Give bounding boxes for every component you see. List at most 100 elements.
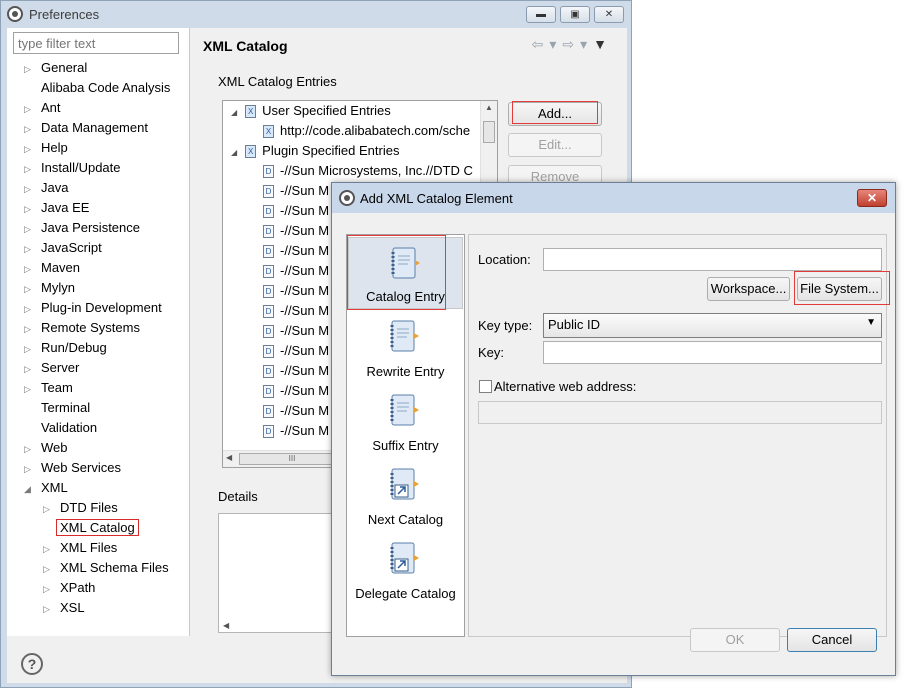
tree-item[interactable]: ▷ Ant [24,98,64,118]
help-icon[interactable]: ? [21,653,43,675]
expanded-arrow-icon[interactable]: ◢ [231,108,237,117]
tree-item[interactable]: ▷ Plug-in Development [24,298,165,318]
catalog-entry-row[interactable]: D -//Sun M [263,201,329,221]
tree-item[interactable]: ▷ Java [24,178,71,198]
catalog-entry-row[interactable]: D -//Sun M [263,221,329,241]
key-input[interactable] [543,341,882,364]
back-arrow-icon[interactable]: ⇦ [532,36,550,52]
catalog-entry-row[interactable]: D -//Sun Microsystems, Inc.//DTD C [263,161,473,181]
close-button[interactable]: ✕ [594,6,624,23]
collapsed-arrow-icon[interactable]: ▷ [24,139,34,159]
collapsed-arrow-icon[interactable]: ▷ [24,199,34,219]
tree-item[interactable]: Validation [24,418,100,438]
collapsed-arrow-icon[interactable]: ▷ [24,379,34,399]
catalog-entry-row[interactable]: ◢ X User Specified Entries [231,101,391,121]
collapsed-arrow-icon[interactable]: ▷ [43,599,53,619]
collapsed-arrow-icon[interactable]: ▷ [43,579,53,599]
tree-item[interactable]: ▷ XML Schema Files [43,558,172,578]
collapsed-arrow-icon[interactable]: ▷ [24,439,34,459]
collapsed-arrow-icon[interactable]: ▷ [43,499,53,519]
alt-web-address-checkbox[interactable] [479,380,492,393]
forward-arrow-icon[interactable]: ⇨ [562,36,580,52]
key-type-select[interactable]: Public ID ▼ [543,313,882,338]
collapsed-arrow-icon[interactable]: ▷ [24,239,34,259]
entry-type-next-catalog[interactable]: Next Catalog [348,459,463,531]
vscroll-thumb[interactable] [483,121,495,143]
collapsed-arrow-icon[interactable]: ▷ [24,219,34,239]
expanded-arrow-icon[interactable]: ◢ [24,479,34,499]
catalog-entry-row[interactable]: D -//Sun M [263,301,329,321]
catalog-entry-row[interactable]: D -//Sun M [263,261,329,281]
collapsed-arrow-icon[interactable]: ▷ [24,359,34,379]
collapsed-arrow-icon[interactable]: ▷ [24,159,34,179]
cancel-button[interactable]: Cancel [787,628,877,652]
forward-menu-icon[interactable]: ▾ [580,36,593,52]
collapsed-arrow-icon[interactable]: ▷ [24,259,34,279]
workspace-button[interactable]: Workspace... [707,277,790,301]
hscroll-thumb[interactable]: III [239,453,345,465]
tree-item[interactable]: Terminal [24,398,93,418]
tree-item[interactable]: ▷ JavaScript [24,238,105,258]
tree-item[interactable]: ▷ XPath [43,578,98,598]
tree-item[interactable]: ▷ Run/Debug [24,338,110,358]
tree-item[interactable]: ▷ XML Files [43,538,120,558]
tree-item[interactable]: ▷ DTD Files [43,498,121,518]
entry-type-rewrite-entry[interactable]: Rewrite Entry [348,311,463,383]
maximize-button[interactable]: ▣ [560,6,590,23]
edit-button[interactable]: Edit... [508,133,602,157]
catalog-entry-row[interactable]: Xhttp://code.alibabatech.com/sche [263,121,470,141]
scroll-up-icon[interactable]: ▲ [485,103,493,112]
entry-type-suffix-entry[interactable]: Suffix Entry [348,385,463,457]
tree-item[interactable]: ▷ Install/Update [24,158,124,178]
alt-web-address-input[interactable] [478,401,882,424]
details-scroll-left-icon[interactable]: ◀ [223,621,229,630]
tree-item[interactable]: ▷ General [24,58,90,78]
catalog-entry-row[interactable]: D -//Sun M [263,321,329,341]
tree-item[interactable]: ◢ XML [24,478,71,498]
collapsed-arrow-icon[interactable]: ▷ [24,299,34,319]
collapsed-arrow-icon[interactable]: ▷ [43,559,53,579]
tree-item[interactable]: ▷ Remote Systems [24,318,143,338]
expanded-arrow-icon[interactable]: ◢ [231,148,237,157]
tree-item[interactable]: XML Catalog [43,518,139,538]
catalog-entry-row[interactable]: D -//Sun M [263,181,329,201]
tree-item[interactable]: ▷ Maven [24,258,83,278]
collapsed-arrow-icon[interactable]: ▷ [24,339,34,359]
catalog-entry-row[interactable]: D -//Sun M [263,241,329,261]
tree-item[interactable]: ▷ Web Services [24,458,124,478]
collapsed-arrow-icon[interactable]: ▷ [43,539,53,559]
back-menu-icon[interactable]: ▾ [549,36,562,52]
catalog-entry-row[interactable]: D -//Sun M [263,421,329,441]
tree-item[interactable]: ▷ Web [24,438,71,458]
dialog-close-button[interactable]: ✕ [857,189,887,207]
collapsed-arrow-icon[interactable]: ▷ [24,59,34,79]
scroll-left-icon[interactable]: ◀ [226,453,232,462]
catalog-entry-row[interactable]: ◢ X Plugin Specified Entries [231,141,399,161]
collapsed-arrow-icon[interactable]: ▷ [24,319,34,339]
tree-item[interactable]: ▷ Team [24,378,76,398]
tree-item[interactable]: ▷ Server [24,358,82,378]
collapsed-arrow-icon[interactable]: ▷ [24,179,34,199]
tree-item[interactable]: ▷ XSL [43,598,88,618]
tree-item[interactable]: ▷ Help [24,138,71,158]
tree-item[interactable]: Alibaba Code Analysis [24,78,173,98]
collapsed-arrow-icon[interactable]: ▷ [24,459,34,479]
ok-button[interactable]: OK [690,628,780,652]
minimize-button[interactable]: ▬ [526,6,556,23]
tree-item[interactable]: ▷ Java Persistence [24,218,143,238]
tree-item[interactable]: ▷ Java EE [24,198,92,218]
catalog-entry-row[interactable]: D -//Sun M [263,401,329,421]
filter-input[interactable] [13,32,179,54]
view-menu-icon[interactable]: ▼ [593,36,613,52]
catalog-entry-row[interactable]: D -//Sun M [263,361,329,381]
catalog-entry-row[interactable]: D -//Sun M [263,281,329,301]
collapsed-arrow-icon[interactable]: ▷ [24,99,34,119]
catalog-entry-row[interactable]: D -//Sun M [263,381,329,401]
collapsed-arrow-icon[interactable]: ▷ [24,119,34,139]
entry-type-delegate-catalog[interactable]: Delegate Catalog [348,533,463,605]
catalog-entry-row[interactable]: D -//Sun M [263,341,329,361]
tree-item[interactable]: ▷ Data Management [24,118,151,138]
collapsed-arrow-icon[interactable]: ▷ [24,279,34,299]
location-input[interactable] [543,248,882,271]
tree-item[interactable]: ▷ Mylyn [24,278,78,298]
